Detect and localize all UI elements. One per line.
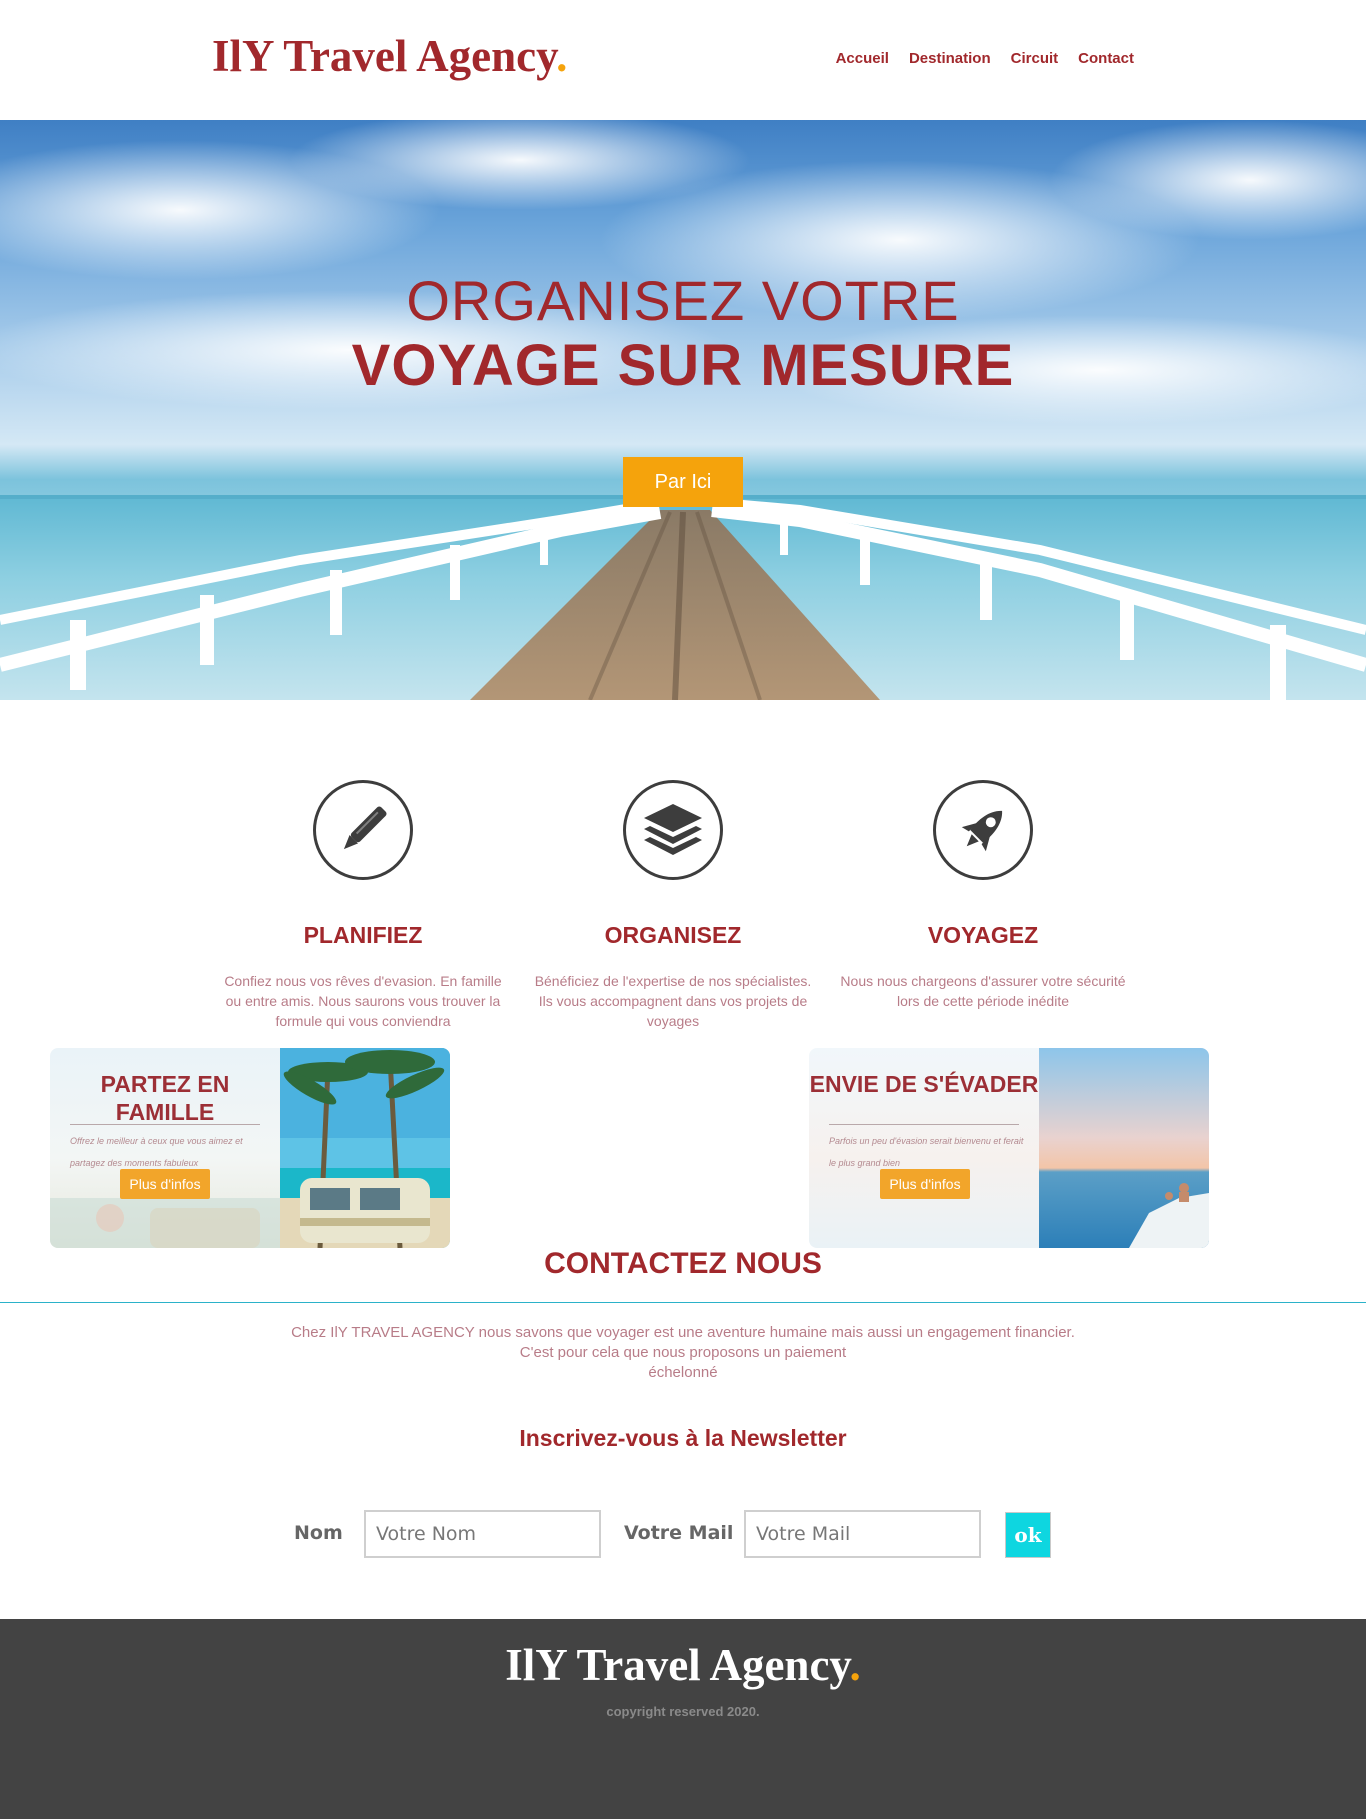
card-divider [829,1124,1019,1125]
rocket-icon [933,780,1033,880]
plus-infos-button[interactable]: Plus d'infos [120,1169,210,1199]
newsletter-title: Inscrivez-vous à la Newsletter [519,1425,847,1451]
feature-planifiez: PLANIFIEZ Confiez nous vos rêves d'evasi… [213,780,513,1031]
feature-voyagez: VOYAGEZ Nous nous chargeons d'assurer vo… [833,780,1133,1011]
submit-button[interactable]: ok [1005,1512,1051,1558]
nav-link-circuit[interactable]: Circuit [1011,50,1059,67]
card-evader-panel: ENVIE DE S'ÉVADER Parfois un peu d'évasi… [809,1048,1039,1248]
feature-title: ORGANISEZ [604,922,742,948]
card-title: PARTEZ EN FAMILLE [100,1071,230,1125]
card-evader-photo [1039,1048,1209,1248]
hero-pier-image [0,120,1366,700]
nav-link-accueil[interactable]: Accueil [836,50,889,67]
site-footer: IlY Travel Agency. copyright reserved 20… [0,1619,1366,1819]
name-input[interactable] [364,1510,601,1558]
layers-icon [623,780,723,880]
copyright-text: copyright reserved 2020. [606,1704,760,1719]
hero-title-line2: VOYAGE SUR MESURE [351,333,1015,398]
feature-text: Nous nous chargeons d'assurer votre sécu… [840,973,1126,1009]
card-famille[interactable]: PARTEZ EN FAMILLE Offrez le meilleur à c… [50,1048,450,1248]
footer-logo: IlY Travel Agency. [0,1639,1366,1691]
logo-dot: . [556,31,568,81]
contact-divider [0,1302,1366,1303]
site-logo[interactable]: IlY Travel Agency. [212,30,567,82]
footer-logo-dot: . [849,1640,861,1690]
card-description: Offrez le meilleur à ceux que vous aimez… [70,1136,243,1168]
contact-description: Chez IlY TRAVEL AGENCY nous savons que v… [0,1323,1366,1383]
newsletter-form: Nom Votre Mail [0,1510,1366,1558]
contact-text-line2: C'est pour cela que nous proposons un pa… [519,1344,847,1361]
name-label: Nom [294,1522,343,1544]
nav-link-destination[interactable]: Destination [909,50,991,67]
site-header: IlY Travel Agency. Accueil Destination C… [0,0,1366,120]
card-famille-panel: PARTEZ EN FAMILLE Offrez le meilleur à c… [50,1048,280,1248]
mail-input[interactable] [744,1510,981,1558]
feature-text: Bénéficiez de l'expertise de nos spécial… [534,973,812,1029]
card-description: Parfois un peu d'évasion serait bienvenu… [829,1136,1024,1168]
mail-label: Votre Mail [624,1522,734,1544]
feature-title: PLANIFIEZ [303,922,423,948]
card-divider [70,1124,260,1125]
par-ici-button[interactable]: Par Ici [623,457,743,507]
footer-logo-text: IlY Travel Agency [505,1640,850,1690]
contact-text-line1: Chez IlY TRAVEL AGENCY nous savons que v… [291,1324,1075,1341]
plus-infos-button[interactable]: Plus d'infos [880,1169,970,1199]
nav-link-contact[interactable]: Contact [1078,50,1134,67]
contact-title: CONTACTEZ NOUS [544,1247,822,1280]
card-evader[interactable]: ENVIE DE S'ÉVADER Parfois un peu d'évasi… [809,1048,1209,1248]
main-nav: Accueil Destination Circuit Contact [836,50,1134,67]
hero-title-line1: ORGANISEZ VOTRE [406,269,960,332]
pen-icon [313,780,413,880]
contact-text-line3: échelonné [648,1364,718,1381]
feature-organisez: ORGANISEZ Bénéficiez de l'expertise de n… [523,780,823,1031]
card-famille-photo [280,1048,450,1248]
feature-text: Confiez nous vos rêves d'evasion. En fam… [224,973,502,1029]
hero-banner: ORGANISEZ VOTRE VOYAGE SUR MESURE Par Ic… [0,120,1366,700]
feature-title: VOYAGEZ [927,922,1039,948]
card-title: ENVIE DE S'ÉVADER [809,1071,1039,1097]
logo-text: IlY Travel Agency [212,31,557,81]
